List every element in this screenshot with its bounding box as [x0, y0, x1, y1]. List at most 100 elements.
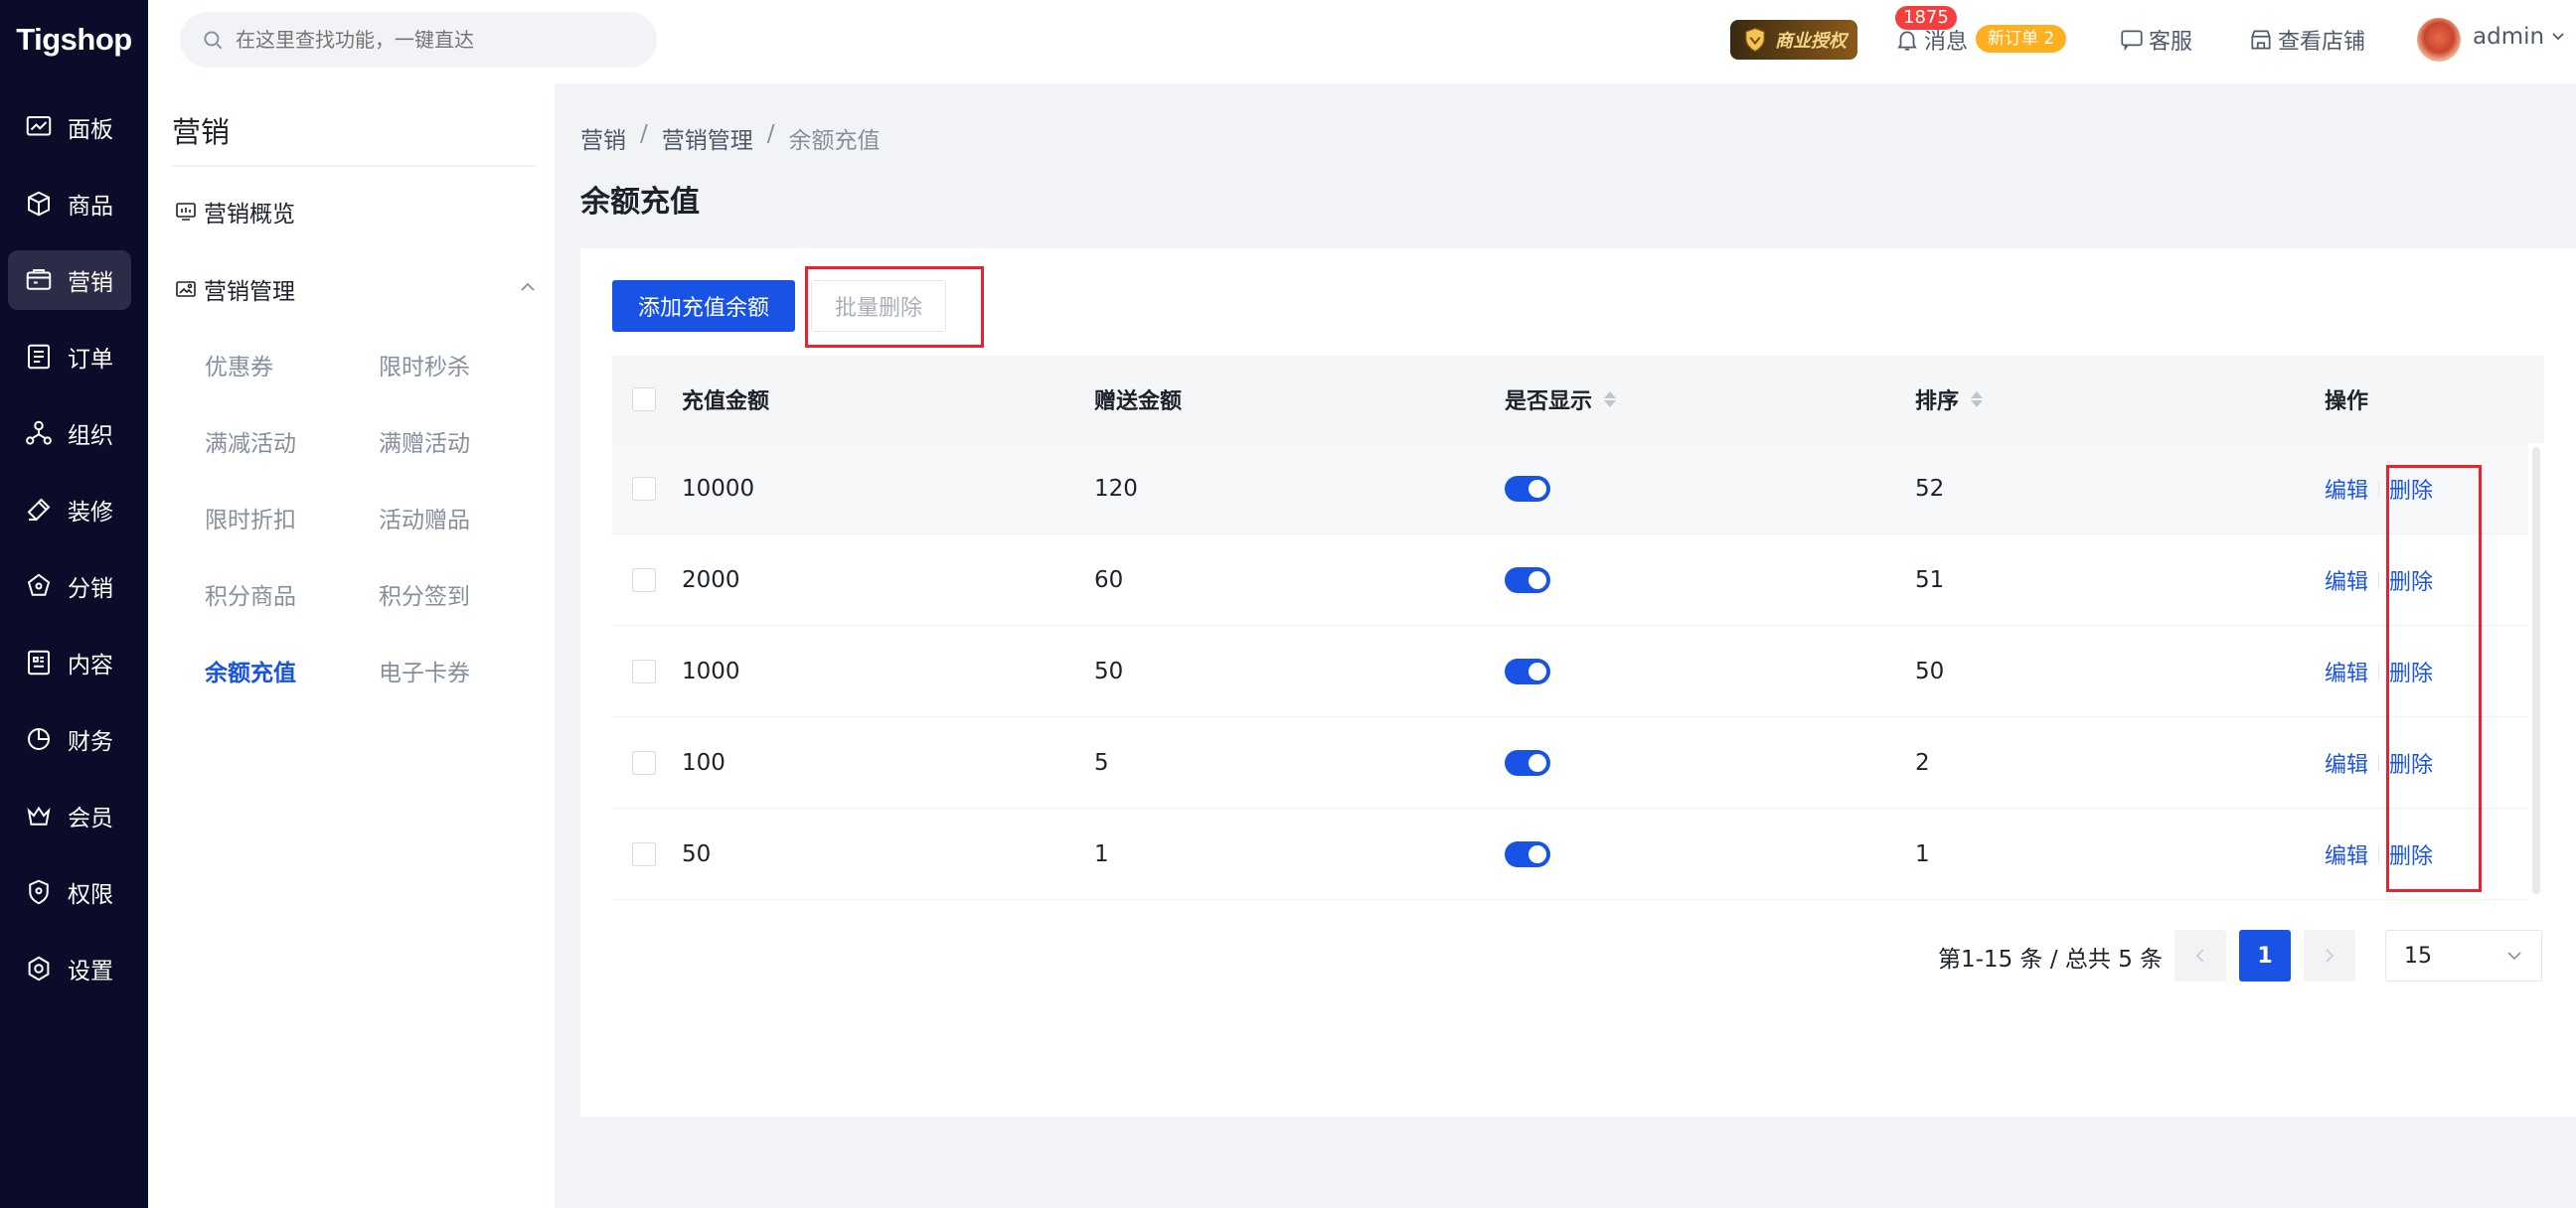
cell-bonus: 1: [1094, 840, 1109, 867]
sub-link-flash-sale[interactable]: 限时秒杀: [379, 348, 470, 381]
show-toggle[interactable]: [1505, 658, 1550, 684]
nav-item-label: 设置: [68, 959, 113, 984]
row-checkbox[interactable]: [632, 476, 656, 501]
row-select-cell: [632, 443, 656, 533]
sub-link-full-reduction[interactable]: 满减活动: [205, 424, 296, 458]
view-shop-button[interactable]: 查看店铺: [2248, 22, 2365, 58]
sub-link-activity-gift[interactable]: 活动赠品: [379, 501, 470, 534]
next-page-button[interactable]: [2304, 930, 2355, 982]
customer-service-button[interactable]: 客服: [2119, 22, 2192, 58]
table-scrollbar[interactable]: [2532, 447, 2540, 894]
nav-item-members[interactable]: 会员: [8, 786, 131, 845]
sort-icon[interactable]: [1604, 391, 1617, 407]
box-icon: [24, 189, 54, 219]
user-menu[interactable]: admin: [2473, 24, 2566, 50]
row-checkbox[interactable]: [632, 659, 656, 683]
commercial-license-badge[interactable]: 商业授权: [1730, 20, 1857, 60]
avatar[interactable]: [2417, 18, 2461, 62]
sub-item-overview[interactable]: 营销概览: [174, 195, 295, 228]
gear-icon: [24, 954, 54, 983]
row-checkbox[interactable]: [632, 567, 656, 592]
header-show[interactable]: 是否显示: [1505, 356, 1617, 443]
finance-icon: [24, 724, 54, 754]
nav-item-label: 分销: [68, 576, 113, 602]
row-checkbox[interactable]: [632, 841, 656, 866]
marketing-icon: [24, 265, 54, 295]
row-checkbox[interactable]: [632, 750, 656, 775]
breadcrumb-item[interactable]: 营销: [580, 121, 626, 155]
nav-item-products[interactable]: 商品: [8, 174, 131, 233]
page-size-value: 15: [2404, 943, 2432, 969]
sub-group-marketing-management[interactable]: 营销管理: [174, 272, 295, 306]
sub-link-coupon[interactable]: 优惠券: [205, 348, 273, 381]
nav-item-permissions[interactable]: 权限: [8, 862, 131, 922]
bell-icon: [1897, 31, 1917, 51]
page-button-current[interactable]: 1: [2239, 930, 2291, 982]
nav-item-finance[interactable]: 财务: [8, 709, 131, 769]
cell-sort: 51: [1915, 566, 1945, 593]
breadcrumb-separator: /: [640, 121, 648, 147]
content-icon: [24, 648, 54, 678]
edit-link[interactable]: 编辑: [2325, 747, 2368, 779]
cell-bonus: 5: [1094, 749, 1109, 776]
add-recharge-button[interactable]: 添加充值余额: [612, 280, 795, 332]
table-row: 2000 60 51 编辑 删除: [612, 534, 2528, 626]
nav-item-label: 会员: [68, 806, 113, 831]
search-box[interactable]: [180, 12, 657, 68]
nav-item-decoration[interactable]: 装修: [8, 480, 131, 539]
edit-link[interactable]: 编辑: [2325, 656, 2368, 687]
sub-link-balance-recharge[interactable]: 余额充值: [205, 654, 296, 687]
breadcrumb: 营销 / 营销管理 / 余额充值: [580, 121, 881, 155]
shop-icon: [2251, 30, 2271, 50]
nav-item-dashboard[interactable]: 面板: [8, 97, 131, 157]
header-sort[interactable]: 排序: [1915, 356, 1984, 443]
action-divider: [2378, 844, 2380, 863]
sub-link-full-gift[interactable]: 满赠活动: [379, 424, 470, 458]
edit-link[interactable]: 编辑: [2325, 473, 2368, 505]
cell-amount: 100: [682, 749, 725, 776]
sub-link-points-product[interactable]: 积分商品: [205, 577, 296, 611]
cell-sort: 1: [1915, 840, 1930, 867]
chevron-down-icon: [2552, 33, 2564, 41]
row-select-cell: [632, 626, 656, 716]
app-logo[interactable]: Tigshop: [0, 14, 148, 66]
show-toggle[interactable]: [1505, 840, 1550, 867]
select-all-checkbox[interactable]: [632, 387, 656, 411]
select-all-cell: [632, 356, 656, 443]
cell-bonus: 60: [1094, 566, 1124, 593]
breadcrumb-item[interactable]: 营销管理: [662, 121, 753, 155]
nav-item-organization[interactable]: 组织: [8, 403, 131, 463]
divider: [172, 165, 536, 167]
highlight-box-delete-column: [2386, 465, 2482, 892]
cell-show: [1505, 626, 1550, 716]
action-divider: [2378, 570, 2380, 589]
sub-link-points-signin[interactable]: 积分签到: [379, 577, 470, 611]
edit-link[interactable]: 编辑: [2325, 838, 2368, 870]
nav-item-distribution[interactable]: 分销: [8, 556, 131, 616]
sub-link-e-card[interactable]: 电子卡券: [379, 654, 470, 687]
search-input[interactable]: [236, 28, 633, 52]
chevron-left-icon: [2195, 949, 2204, 963]
nav-item-label: 订单: [68, 347, 113, 373]
show-toggle[interactable]: [1505, 749, 1550, 776]
nav-item-content[interactable]: 内容: [8, 633, 131, 692]
edit-link[interactable]: 编辑: [2325, 564, 2368, 596]
header-bonus: 赠送金额: [1094, 389, 1183, 414]
page-size-select[interactable]: 15: [2385, 930, 2542, 982]
nav-item-settings[interactable]: 设置: [8, 939, 131, 998]
sort-icon[interactable]: [1971, 391, 1984, 407]
chevron-up-icon[interactable]: [518, 280, 538, 294]
prev-page-button[interactable]: [2174, 930, 2226, 982]
sub-sidebar: 营销 营销概览 营销管理 优惠券 限时秒杀 满减活动 满赠活动 限时折扣 活动赠…: [148, 83, 555, 1208]
action-divider: [2378, 753, 2380, 772]
show-toggle[interactable]: [1505, 566, 1550, 593]
nav-item-orders[interactable]: 订单: [8, 327, 131, 386]
distribution-icon: [24, 571, 54, 601]
nav-item-marketing[interactable]: 营销: [8, 250, 131, 310]
paint-icon: [24, 495, 54, 525]
cell-show: [1505, 534, 1550, 625]
breadcrumb-separator: /: [766, 121, 775, 147]
sub-link-limited-discount[interactable]: 限时折扣: [205, 501, 296, 534]
show-toggle[interactable]: [1505, 475, 1550, 502]
new-order-badge[interactable]: 新订单 2: [1976, 25, 2067, 53]
